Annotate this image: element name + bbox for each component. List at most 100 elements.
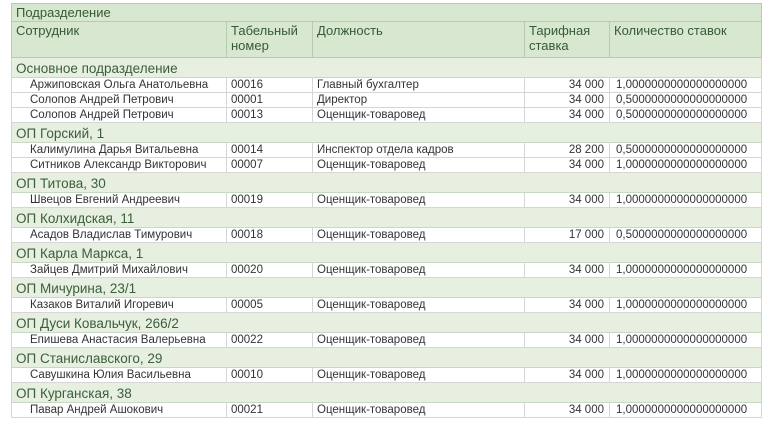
group-name: ОП Колхидская, 11 bbox=[10, 207, 763, 228]
rate-cell: 34 000 bbox=[524, 332, 610, 348]
employee-cell: Аржиповская Ольга Анатольевна bbox=[11, 77, 227, 93]
group-name: Основное подразделение bbox=[10, 57, 763, 78]
table-row[interactable]: Швецов Евгений Андреевич 00019 Оценщик-тов… bbox=[11, 192, 763, 208]
count-cell: 1,0000000000000000000 bbox=[608, 262, 763, 278]
count-cell: 1,0000000000000000000 bbox=[608, 77, 763, 93]
position-cell: Оценщик-товаровед bbox=[312, 192, 525, 208]
rate-cell: 34 000 bbox=[524, 92, 610, 108]
position-cell: Главный бухгалтер bbox=[312, 77, 525, 93]
group-name: ОП Мичурина, 23/1 bbox=[10, 277, 763, 298]
column-header-row: Сотрудник Табельный номер Должность Тари… bbox=[11, 21, 763, 58]
table-row[interactable]: Асадов Владислав Тимурович 00018 Оценщик-т… bbox=[11, 227, 763, 243]
group-row[interactable]: ОП Курганская, 38 bbox=[10, 382, 763, 403]
position-cell: Оценщик-товаровед bbox=[312, 367, 525, 383]
table-row[interactable]: Зайцев Дмитрий Михайлович 00020 Оценщик-то… bbox=[11, 262, 763, 278]
tab-number-cell: 00010 bbox=[226, 367, 313, 383]
tab-number-cell: 00013 bbox=[226, 107, 313, 123]
employee-cell: Асадов Владислав Тимурович bbox=[11, 227, 227, 243]
employee-cell: Зайцев Дмитрий Михайлович bbox=[11, 262, 227, 278]
table-row[interactable]: Калимулина Дарья Витальевна 00014 Инспекто… bbox=[11, 142, 763, 158]
staff-report: Подразделение Сотрудник Табельный номер … bbox=[10, 3, 763, 418]
group-name: ОП Станиславского, 29 bbox=[10, 347, 763, 368]
employee-cell: Казаков Виталий Игоревич bbox=[11, 297, 227, 313]
column-header-rate: Тарифная ставка bbox=[524, 21, 610, 58]
rate-cell: 34 000 bbox=[524, 77, 610, 93]
rate-cell: 28 200 bbox=[524, 142, 610, 158]
tab-number-cell: 00007 bbox=[226, 157, 313, 173]
rate-cell: 34 000 bbox=[524, 402, 610, 418]
employee-cell: Солопов Андрей Петрович bbox=[11, 92, 227, 108]
table-row[interactable]: Савушкина Юлия Васильевна 00010 Оценщик-то… bbox=[11, 367, 763, 383]
count-cell: 1,0000000000000000000 bbox=[608, 192, 763, 208]
group-name: ОП Титова, 30 bbox=[10, 172, 763, 193]
group-name: ОП Дуси Ковальчук, 266/2 bbox=[10, 312, 763, 333]
group-row[interactable]: ОП Титова, 30 bbox=[10, 172, 763, 193]
rate-cell: 34 000 bbox=[524, 367, 610, 383]
count-cell: 1,0000000000000000000 bbox=[608, 332, 763, 348]
group-header-row: Подразделение bbox=[10, 3, 763, 22]
position-cell: Оценщик-товаровед bbox=[312, 402, 525, 418]
count-cell: 0,5000000000000000000 bbox=[608, 92, 763, 108]
group-header-label: Подразделение bbox=[10, 3, 763, 22]
count-cell: 1,0000000000000000000 bbox=[608, 367, 763, 383]
group-row[interactable]: ОП Горский, 1 bbox=[10, 122, 763, 143]
rate-cell: 34 000 bbox=[524, 262, 610, 278]
tab-number-cell: 00001 bbox=[226, 92, 313, 108]
tab-number-cell: 00022 bbox=[226, 332, 313, 348]
group-row[interactable]: ОП Колхидская, 11 bbox=[10, 207, 763, 228]
group-row[interactable]: ОП Станиславского, 29 bbox=[10, 347, 763, 368]
count-cell: 1,0000000000000000000 bbox=[608, 402, 763, 418]
position-cell: Оценщик-товаровед bbox=[312, 332, 525, 348]
group-name: ОП Горский, 1 bbox=[10, 122, 763, 143]
group-row[interactable]: ОП Мичурина, 23/1 bbox=[10, 277, 763, 298]
column-header-position: Должность bbox=[312, 21, 525, 58]
employee-cell: Солопов Андрей Петрович bbox=[11, 107, 227, 123]
report-table: Подразделение Сотрудник Табельный номер … bbox=[10, 3, 763, 418]
tab-number-cell: 00014 bbox=[226, 142, 313, 158]
count-cell: 1,0000000000000000000 bbox=[608, 157, 763, 173]
group-name: ОП Карла Маркса, 1 bbox=[10, 242, 763, 263]
table-row[interactable]: Ситников Александр Викторович 00007 Оценщи… bbox=[11, 157, 763, 173]
tab-number-cell: 00018 bbox=[226, 227, 313, 243]
position-cell: Оценщик-товаровед bbox=[312, 227, 525, 243]
group-row[interactable]: ОП Карла Маркса, 1 bbox=[10, 242, 763, 263]
tab-number-cell: 00005 bbox=[226, 297, 313, 313]
column-header-employee: Сотрудник bbox=[11, 21, 227, 58]
group-row[interactable]: ОП Дуси Ковальчук, 266/2 bbox=[10, 312, 763, 333]
table-row[interactable]: Павар Андрей Ашокович 00021 Оценщик-товаро… bbox=[11, 402, 763, 418]
tab-number-cell: 00016 bbox=[226, 77, 313, 93]
tab-number-cell: 00019 bbox=[226, 192, 313, 208]
table-row[interactable]: Казаков Виталий Игоревич 00005 Оценщик-тов… bbox=[11, 297, 763, 313]
column-header-count: Количество ставок bbox=[608, 21, 763, 58]
count-cell: 0,5000000000000000000 bbox=[608, 227, 763, 243]
position-cell: Оценщик-товаровед bbox=[312, 157, 525, 173]
table-row[interactable]: Епишева Анастасия Валерьевна 00022 Оценщик… bbox=[11, 332, 763, 348]
employee-cell: Савушкина Юлия Васильевна bbox=[11, 367, 227, 383]
table-row[interactable]: Солопов Андрей Петрович 00013 Оценщик-това… bbox=[11, 107, 763, 123]
employee-cell: Павар Андрей Ашокович bbox=[11, 402, 227, 418]
rate-cell: 34 000 bbox=[524, 107, 610, 123]
group-row[interactable]: Основное подразделение bbox=[10, 57, 763, 78]
employee-cell: Ситников Александр Викторович bbox=[11, 157, 227, 173]
table-row[interactable]: Солопов Андрей Петрович 00001 Директор 34 0… bbox=[11, 92, 763, 108]
tab-number-cell: 00020 bbox=[226, 262, 313, 278]
position-cell: Оценщик-товаровед bbox=[312, 297, 525, 313]
count-cell: 0,5000000000000000000 bbox=[608, 107, 763, 123]
group-name: ОП Курганская, 38 bbox=[10, 382, 763, 403]
count-cell: 0,5000000000000000000 bbox=[608, 142, 763, 158]
employee-cell: Швецов Евгений Андреевич bbox=[11, 192, 227, 208]
position-cell: Инспектор отдела кадров bbox=[312, 142, 525, 158]
report-body: Основное подразделение Аржиповская Ольга … bbox=[10, 57, 763, 418]
column-header-tab-number: Табельный номер bbox=[226, 21, 313, 58]
rate-cell: 34 000 bbox=[524, 157, 610, 173]
count-cell: 1,0000000000000000000 bbox=[608, 297, 763, 313]
tab-number-cell: 00021 bbox=[226, 402, 313, 418]
table-row[interactable]: Аржиповская Ольга Анатольевна 00016 Главны… bbox=[11, 77, 763, 93]
rate-cell: 34 000 bbox=[524, 297, 610, 313]
position-cell: Директор bbox=[312, 92, 525, 108]
rate-cell: 17 000 bbox=[524, 227, 610, 243]
position-cell: Оценщик-товаровед bbox=[312, 262, 525, 278]
position-cell: Оценщик-товаровед bbox=[312, 107, 525, 123]
rate-cell: 34 000 bbox=[524, 192, 610, 208]
employee-cell: Епишева Анастасия Валерьевна bbox=[11, 332, 227, 348]
